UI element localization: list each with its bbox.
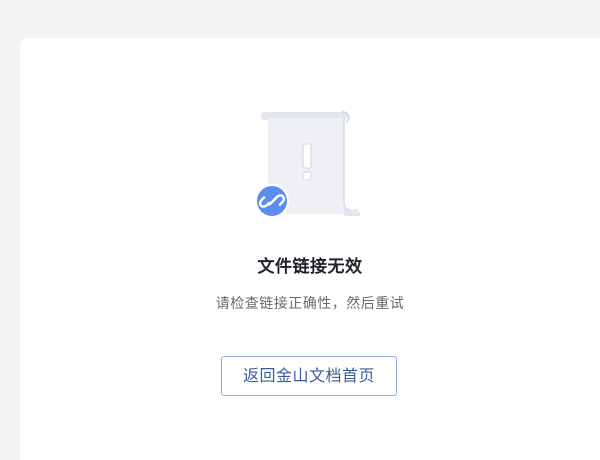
back-to-home-button[interactable]: 返回金山文档首页 bbox=[221, 356, 397, 396]
error-card bbox=[20, 38, 600, 460]
error-message: 请检查链接正确性，然后重试 bbox=[215, 296, 405, 312]
invalid-link-document-icon bbox=[255, 111, 360, 218]
error-title: 文件链接无效 bbox=[257, 257, 363, 277]
